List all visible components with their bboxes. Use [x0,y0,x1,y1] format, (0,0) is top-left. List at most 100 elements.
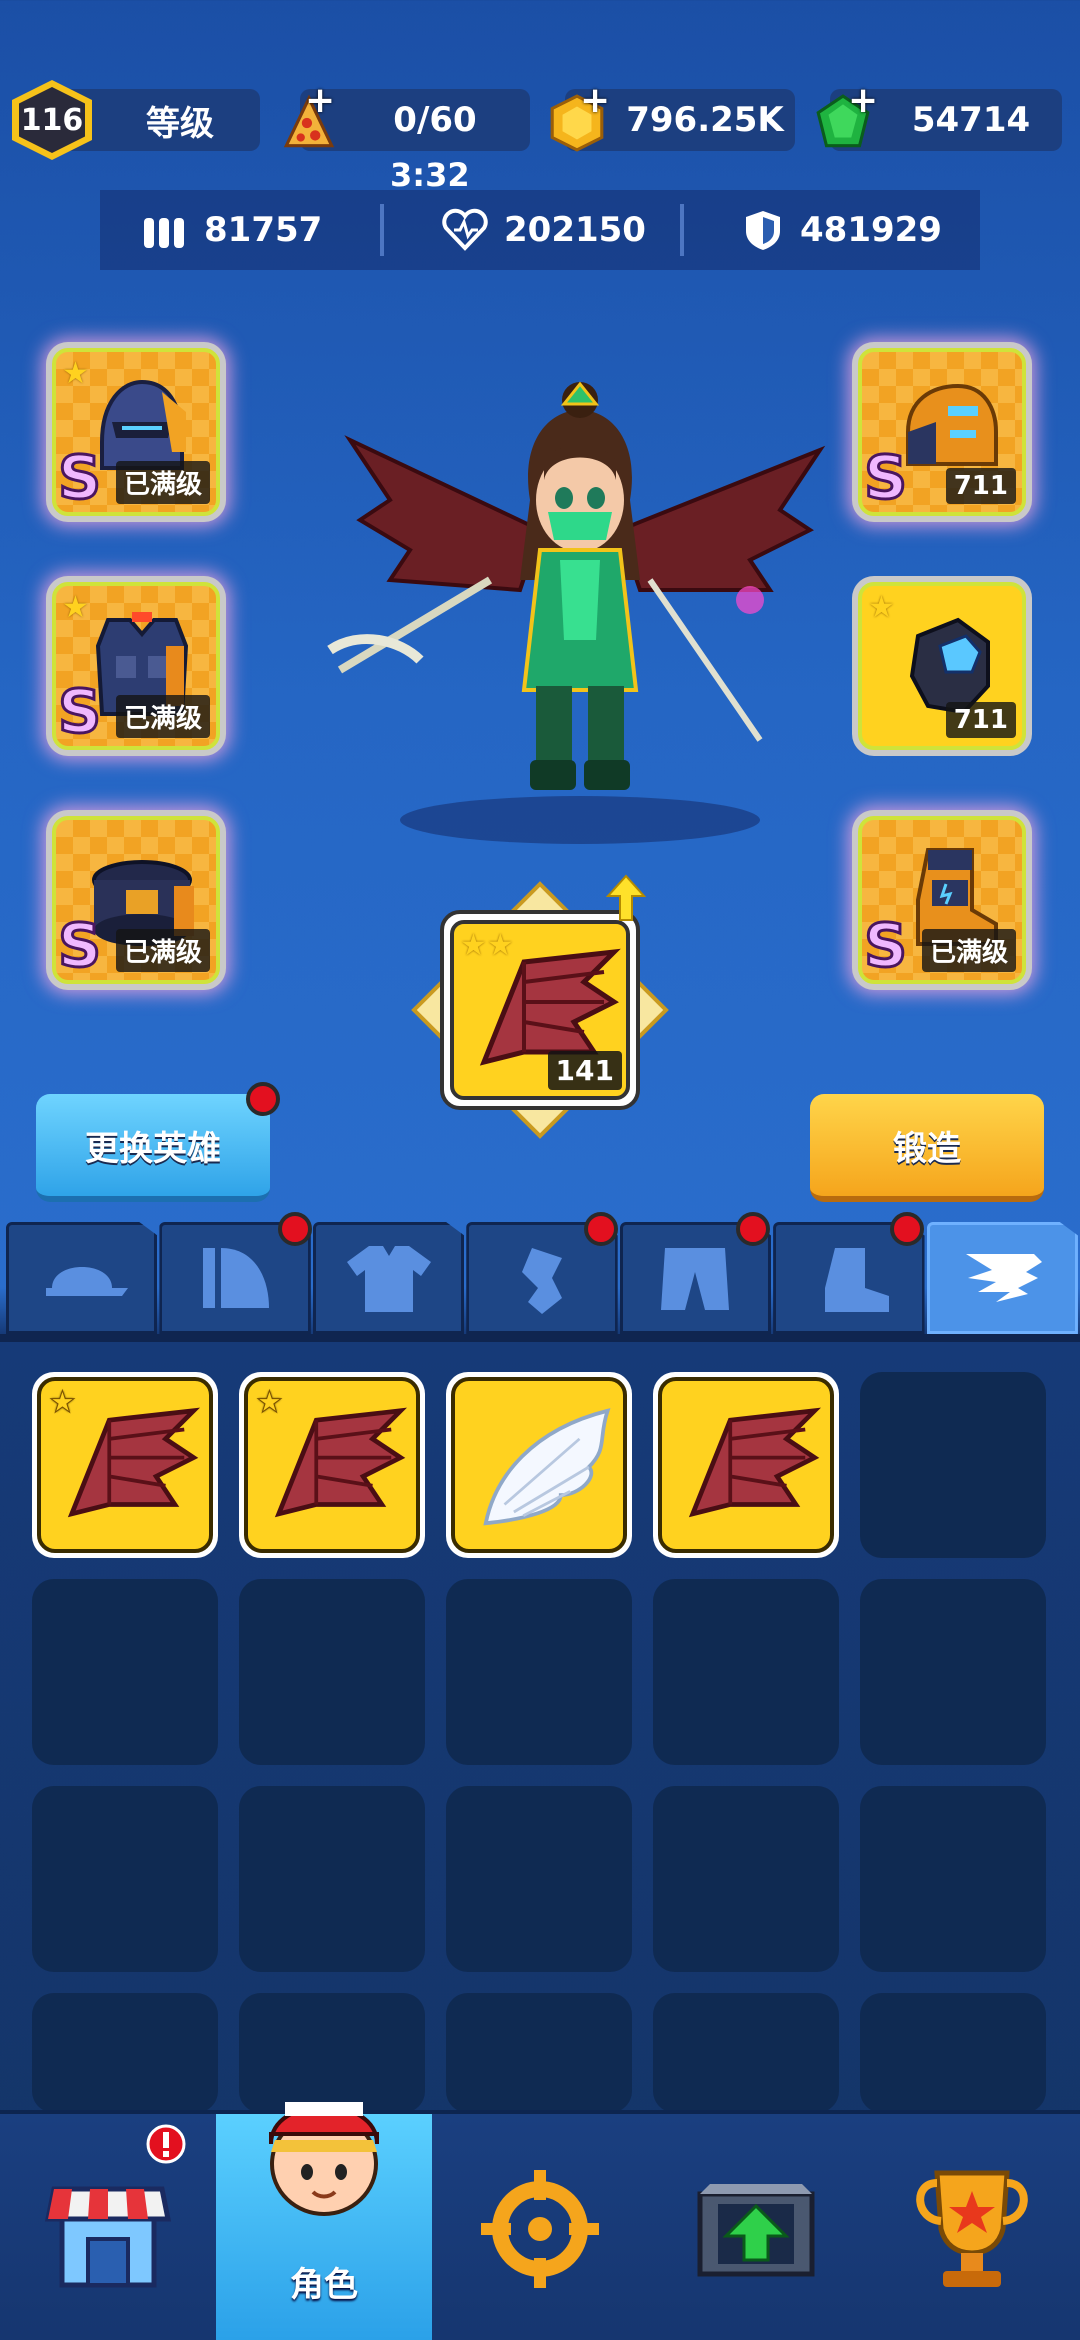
nav-ranking[interactable] [864,2114,1080,2340]
inventory-item-demon-wing[interactable] [653,1372,839,1558]
helmet-slot[interactable]: ★ S 已满级 [46,342,226,522]
ammo-icon [144,218,184,248]
tab-underline [0,1334,1080,1342]
tab-wings[interactable] [926,1222,1078,1334]
notification-dot [890,1212,924,1246]
inventory-empty-slot[interactable] [446,1786,632,1972]
glove-slot[interactable]: ★ 711 [852,576,1032,756]
alert-icon [146,2124,186,2164]
boot-level-tag: 已满级 [921,929,1016,972]
inventory-empty-slot[interactable] [653,1579,839,1765]
gems-value: 54714 [911,100,1031,140]
inventory-empty-slot[interactable] [860,1993,1046,2113]
cap-icon [45,1267,128,1296]
inventory-empty-slot[interactable] [32,1993,218,2113]
crosshair-icon [481,2170,599,2288]
wing-level-tag: 141 [547,1051,622,1090]
tab-shirt[interactable] [312,1222,465,1334]
inventory-empty-slot[interactable] [239,1579,425,1765]
upgrade-arrow-icon [606,874,646,921]
stat-divider [680,204,684,256]
character-avatar-icon [269,2102,379,2216]
tab-hat[interactable] [6,1222,158,1334]
hero-character[interactable] [320,380,840,860]
shop-icon [44,2186,172,2288]
glove-level-tag: 711 [945,702,1016,738]
ammo-stat: 81757 [140,208,380,252]
change-hero-button[interactable]: 更换英雄 [36,1094,270,1202]
armor-value: 481929 [800,210,942,250]
bottom-nav: 角色 [0,2102,1080,2340]
health-value: 202150 [504,210,646,250]
armor-stat: 481929 [740,207,942,253]
upgrade-box-icon [697,2184,815,2277]
rank-label: S [56,443,102,513]
inventory-item-demon-wing[interactable]: ★ [32,1372,218,1558]
ammo-value: 81757 [204,210,323,250]
star-icon: ★ [868,590,895,625]
inventory-empty-slot[interactable] [653,1993,839,2113]
rank-label: S [862,911,908,981]
inventory-item-angel-wing[interactable] [446,1372,632,1558]
wings-tab-icon [966,1254,1043,1302]
inventory-empty-slot[interactable] [860,1372,1046,1558]
inventory-empty-slot[interactable] [446,1993,632,2113]
health-stat: 202150 [440,208,680,252]
boots-icon [824,1248,889,1312]
helmet-level-tag: 已满级 [115,461,210,504]
forge-button[interactable]: 锻造 [810,1094,1044,1202]
nav-upgrade[interactable] [648,2114,864,2340]
rank-label: S [862,443,908,513]
nav-battle[interactable] [432,2114,648,2340]
add-coins-icon[interactable]: + [580,80,610,121]
inventory-empty-slot[interactable] [239,1786,425,1972]
nav-character[interactable]: 角色 [216,2102,432,2340]
demon-wing-icon [688,1407,822,1518]
shoulder-icon [203,1248,270,1308]
star-icon: ★★ [460,928,514,963]
nav-character-label: 角色 [290,2265,358,2305]
vest-slot[interactable]: ★ S 已满级 [46,576,226,756]
level-label: 等级 [146,103,214,144]
boot-slot[interactable]: S 已满级 [852,810,1032,990]
inventory-empty-slot[interactable] [860,1786,1046,1972]
inventory-empty-slot[interactable] [32,1786,218,1972]
coins-value: 796.25K [626,100,784,140]
energy-value: 0/60 [393,100,477,140]
star-icon: ★ [62,590,89,625]
rank-label: S [56,911,102,981]
heart-icon [442,208,488,251]
vest-level-tag: 已满级 [115,695,210,738]
shield-icon [746,211,780,250]
nav-shop[interactable] [0,2114,216,2340]
trophy-icon [916,2170,1028,2287]
star-icon: ★ [49,1385,77,1421]
notification-dot [246,1082,280,1116]
add-energy-icon[interactable]: + [305,80,335,121]
stat-divider [380,204,384,256]
shirt-icon [346,1246,431,1312]
inventory-empty-slot[interactable] [653,1786,839,1972]
inventory-item-demon-wing[interactable]: ★ [239,1372,425,1558]
star-icon: ★ [62,356,89,391]
pants-icon [661,1248,730,1310]
inventory-empty-slot[interactable] [446,1579,632,1765]
add-gems-icon[interactable]: + [848,80,878,121]
wing-equip-slot[interactable]: ★★ 141 [410,874,670,1140]
belt-slot[interactable]: S 已满级 [46,810,226,990]
inventory-empty-slot[interactable] [32,1579,218,1765]
shoulder-slot[interactable]: S 711 [852,342,1032,522]
glove-tab-icon [521,1248,562,1314]
belt-level-tag: 已满级 [115,929,210,972]
inventory-empty-slot[interactable] [860,1579,1046,1765]
angel-wing-icon [483,1408,611,1526]
hero-stats-bar: 81757 202150 481929 [100,190,980,270]
star-icon: ★ [256,1385,284,1421]
shoulder-level-tag: 711 [945,468,1016,504]
notification-dot [584,1212,618,1246]
level-value: 116 [19,87,85,153]
energy-timer: 3:32 [390,156,470,194]
rank-label: S [56,677,102,747]
notification-dot [736,1212,770,1246]
notification-dot [278,1212,312,1246]
